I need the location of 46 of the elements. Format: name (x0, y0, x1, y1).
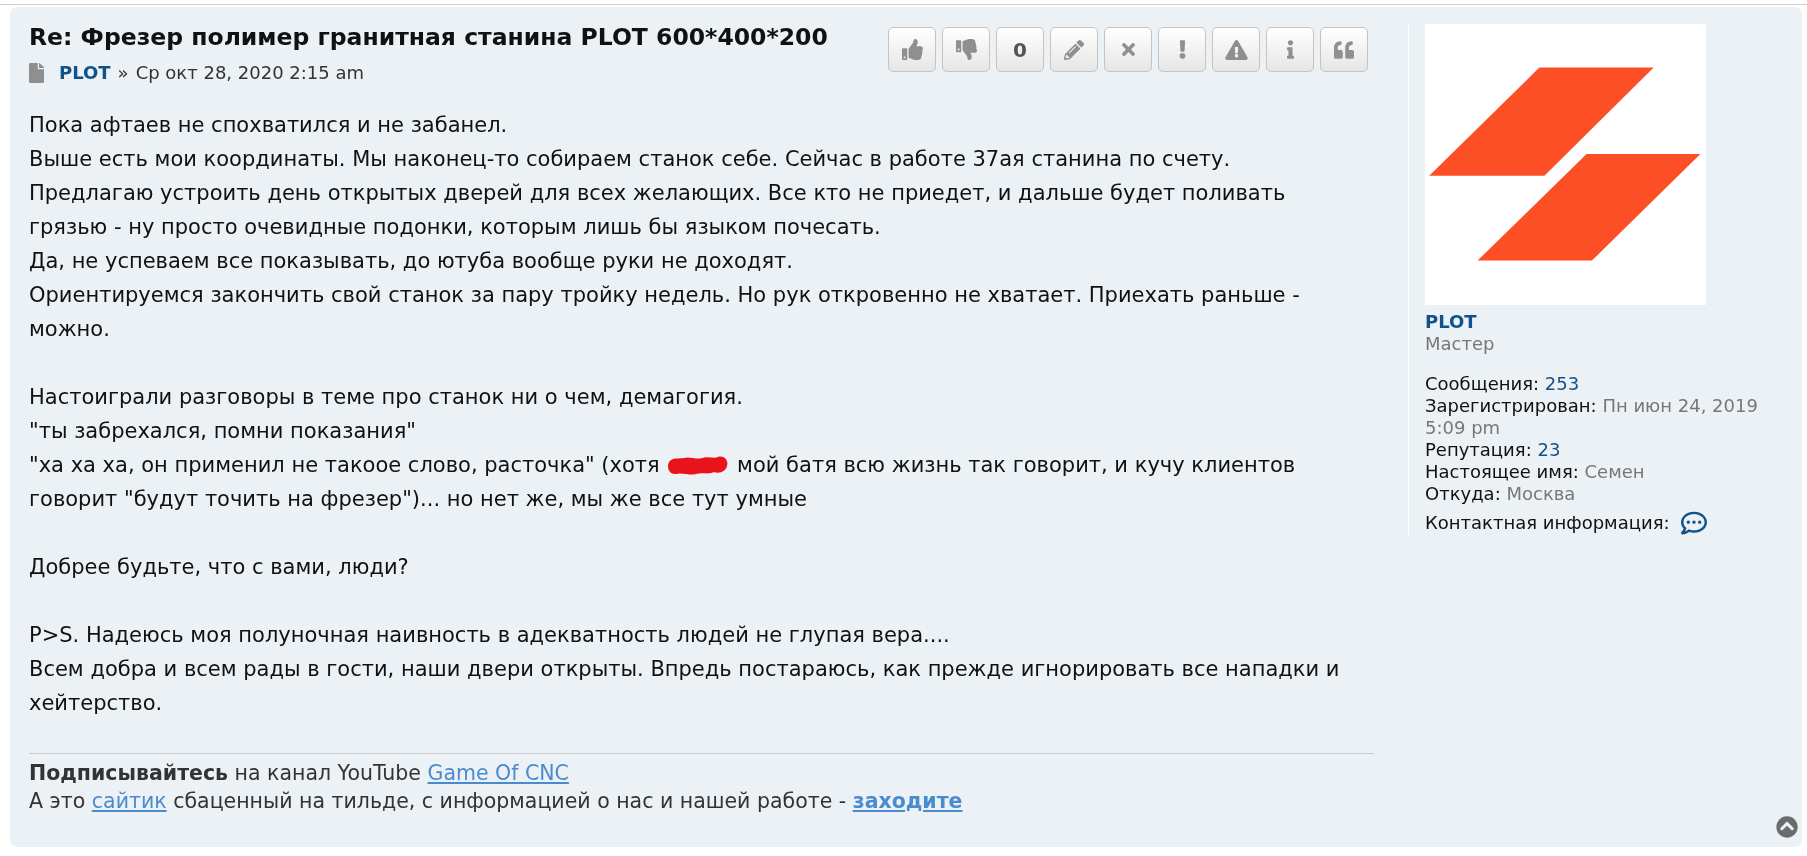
post-text: Пока афтаев не спохватился и не забанел. (29, 112, 509, 139)
profile-field: Откуда: Москва (1425, 483, 1785, 505)
quote-icon (1334, 39, 1354, 60)
info-button[interactable] (1266, 27, 1314, 72)
report-button[interactable] (1158, 27, 1206, 72)
post-text: Всем добра и всем рады в гости, наши двери открыты. Впредь постараюсь, как прежде игнорировать все нападки и хейтерство. (29, 656, 1341, 717)
profile-field: Контактная информация: (1425, 512, 1670, 534)
exclamation-icon (1178, 40, 1186, 59)
post-text: "ты забрехался, помни показания" (29, 418, 417, 445)
score-button[interactable]: 0 (996, 27, 1044, 72)
signature-text: А это сайтик сбаценный на тильде, с информацией о нас и нашей работе - заходите (29, 788, 964, 815)
username-link[interactable]: PLOT (1425, 311, 1786, 333)
signature-text: Подписывайтесь на канал YouTube Game Of CNC (29, 760, 570, 787)
post-text: Добрее будьте, что с вами, люди? (29, 554, 410, 581)
profile-field: Сообщения: 253 (1425, 373, 1785, 395)
user-rank: Мастер (1425, 333, 1496, 355)
edit-button[interactable] (1050, 27, 1098, 72)
profile-field: Репутация: 23 (1425, 439, 1785, 461)
close-icon (1121, 40, 1135, 59)
post-title: Re: Фрезер полимер гранитная станина PLOT 600*400*200 (29, 22, 828, 53)
thumbs-down-icon (955, 39, 977, 60)
thumbs-up-icon (901, 39, 923, 60)
dislike-button[interactable] (942, 27, 990, 72)
delete-button[interactable] (1104, 27, 1152, 72)
post-text: Предлагаю устроить день открытых дверей для всех желающих. Все кто не приедет, и дальше будет поливать грязью - ну просто очевидные подонки, которым лишь бы языком почесать. (29, 180, 1287, 241)
quote-button[interactable] (1320, 27, 1368, 72)
like-button[interactable] (888, 27, 936, 72)
profile-field: Зарегистрирован: Пн июн 24, 2019 5:09 pm (1425, 395, 1785, 439)
document-icon (29, 63, 44, 83)
post-date: Ср окт 28, 2020 2:15 am (135, 62, 365, 84)
post-text: "ха ха ха, он применил не такоое слово, расточка" (хотя мой батя всю жизнь так говорит, и кучу клиентов говорит "будут точить на фрезер")... но нет же, мы же все тут умные (29, 452, 1297, 513)
profile-field: Настоящее имя: Семен (1425, 461, 1785, 483)
post-text: Ориентируемся закончить свой станок за пару тройку недель. Но рук откровенно не хватает. Приехать раньше - можно. (29, 282, 1301, 343)
post-text: P>S. Надеюсь моя полуночная наивность в адекватность людей не глупая вера.... (29, 622, 951, 649)
profile-link[interactable]: 23 (1537, 439, 1561, 460)
byline-separator: » (117, 62, 129, 84)
post-text: Настоиграли разговоры в теме про станок ни о чем, демагогия. (29, 384, 744, 411)
profile-link[interactable]: 253 (1544, 373, 1580, 394)
author-link[interactable]: PLOT (59, 62, 111, 84)
warning-triangle-icon (1224, 39, 1248, 60)
speech-bubble-icon[interactable] (1679, 510, 1708, 536)
post-text: Выше есть мои координаты. Мы наконец-то собираем станок себе. Сейчас в работе 37ая станина по счету. (29, 146, 1232, 173)
warn-button[interactable] (1212, 27, 1260, 72)
info-icon (1286, 40, 1294, 59)
pencil-icon (1064, 39, 1084, 60)
post-text: Да, не успеваем все показывать, до ютуба вообще руки не доходят. (29, 248, 794, 275)
